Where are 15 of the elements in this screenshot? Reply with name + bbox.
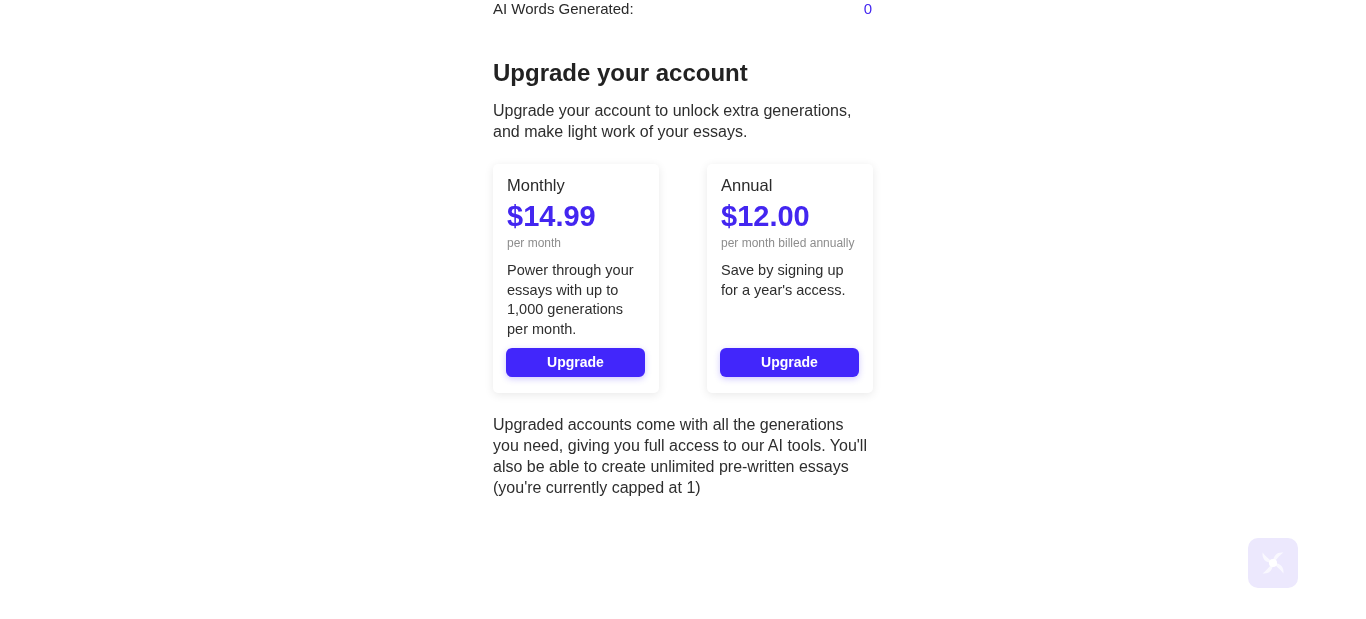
plan-name: Annual — [721, 175, 774, 195]
stat-label: AI Words Generated: — [493, 0, 634, 18]
intro-text: Upgrade your account to unlock extra generations, and make light work of your essays. — [493, 101, 853, 142]
plan-period: per month billed annually — [721, 235, 856, 251]
stat-value: 0 — [863, 0, 872, 18]
section-heading: Upgrade your account — [493, 58, 749, 87]
plan-description: Save by signing up for a year's access. — [721, 261, 847, 300]
plan-price: $14.99 — [507, 199, 597, 233]
plan-description: Power through your essays with up to 1,000 generations per month. — [507, 261, 635, 340]
plan-period: per month — [507, 235, 563, 251]
upgrade-button[interactable]: Upgrade — [720, 347, 859, 377]
plan-name: Monthly — [507, 175, 566, 195]
upgrade-button[interactable]: Upgrade — [506, 347, 645, 377]
plan-price: $12.00 — [721, 199, 811, 233]
footnote-text: Upgraded accounts come with all the generations you need, giving you full access to our AI tools. You'll also be able to create unlimited pre-written essays (you're currently capped at 1) — [493, 414, 868, 498]
